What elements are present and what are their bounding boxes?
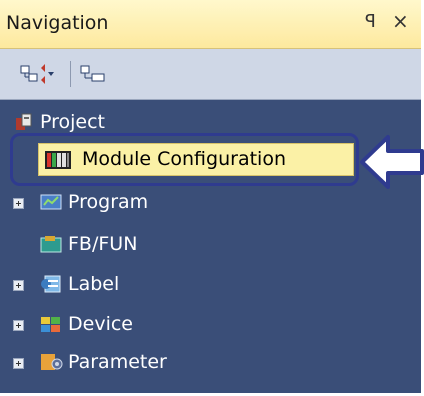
tree-expand-collapse-icon[interactable] (20, 64, 56, 88)
callout-highlight-frame (10, 133, 359, 186)
tree-item-label: Device (68, 313, 133, 335)
tree-item-label-node[interactable]: Label (0, 265, 421, 305)
tree-item-label: Parameter (68, 351, 167, 373)
callout-arrow (360, 135, 424, 189)
tree-item-label: Project (40, 111, 106, 133)
tree-item-fb-fun[interactable]: FB/FUN (0, 225, 421, 265)
project-icon (14, 112, 34, 132)
parameter-icon (40, 352, 63, 372)
expand-icon[interactable] (13, 280, 24, 291)
tree-item-label: Label (68, 273, 120, 295)
close-icon[interactable]: × (392, 9, 409, 33)
tree-item-label: FB/FUN (68, 233, 138, 255)
navigation-panel: Navigation ꟼ × Project Module Configurat… (0, 0, 421, 393)
tree-item-parameter[interactable]: Parameter (0, 343, 421, 383)
label-icon (40, 274, 61, 294)
tree-item-label: Program (68, 191, 149, 213)
panel-toolbar (0, 49, 421, 100)
device-icon (40, 314, 60, 334)
pin-icon[interactable]: ꟼ (365, 11, 376, 32)
panel-titlebar: Navigation ꟼ × (0, 0, 421, 49)
expand-icon[interactable] (13, 358, 24, 369)
expand-icon[interactable] (13, 198, 24, 209)
tree-item-device[interactable]: Device (0, 305, 421, 345)
toolbar-separator (70, 61, 71, 87)
program-icon (40, 192, 62, 212)
panel-title: Navigation (6, 12, 109, 34)
expand-icon[interactable] (13, 320, 24, 331)
tree-view-icon[interactable] (80, 64, 106, 88)
fb-fun-icon (40, 234, 62, 254)
